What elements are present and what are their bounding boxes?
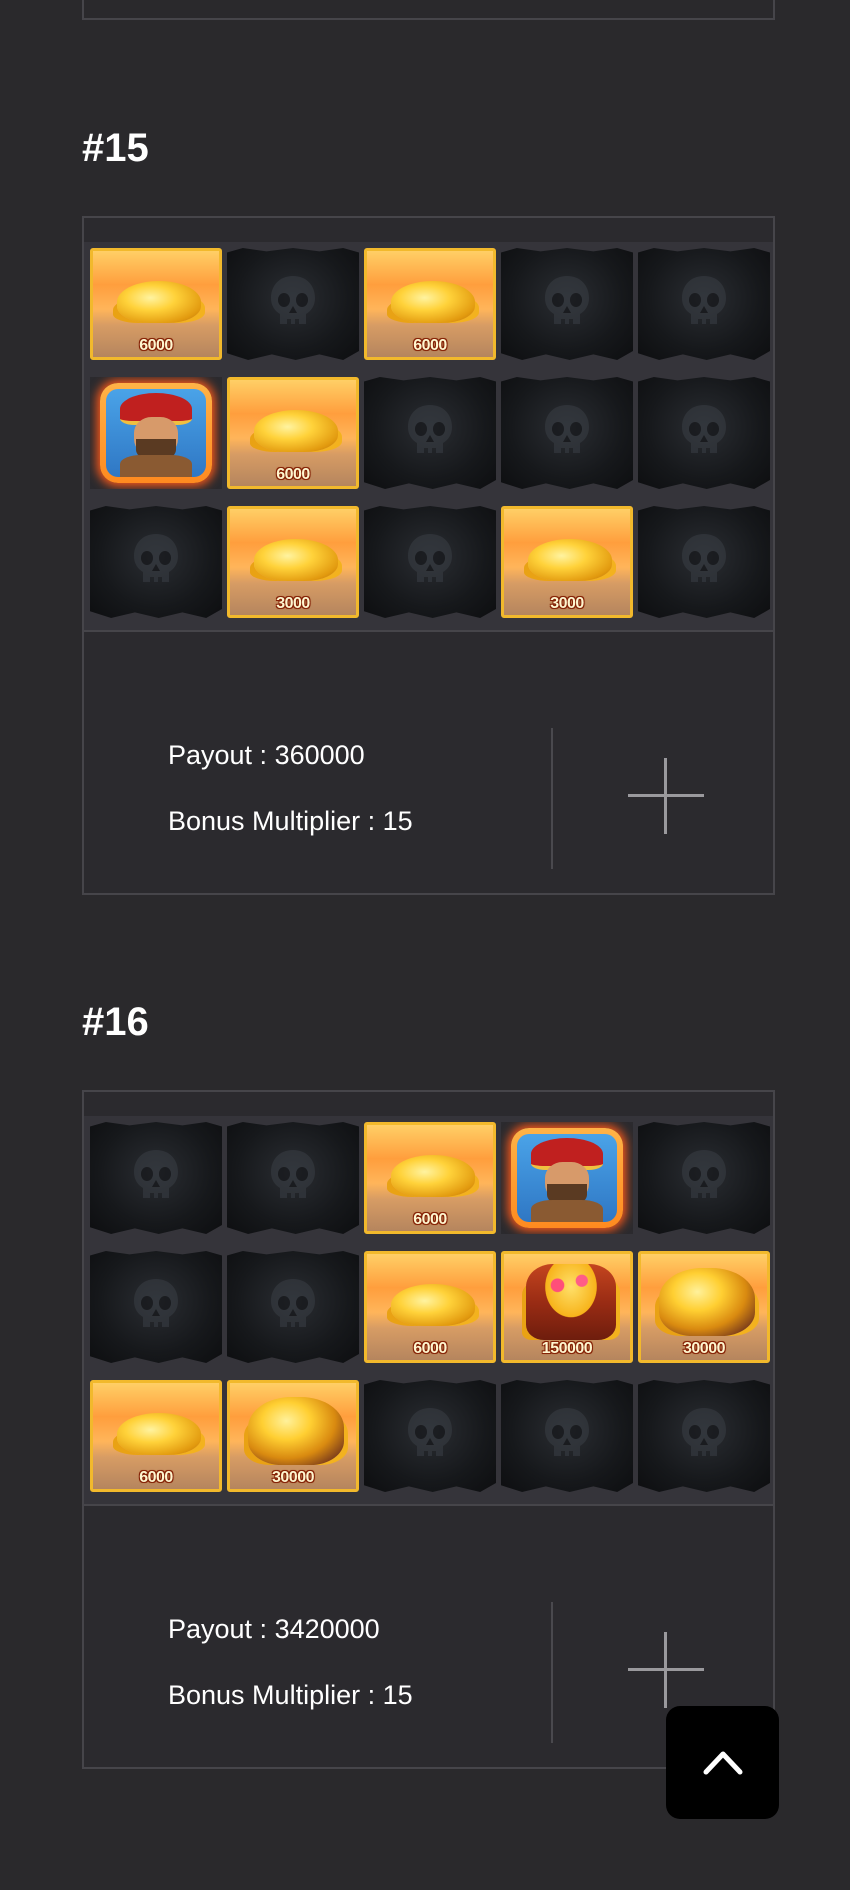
skull-flag-icon: [227, 1122, 359, 1234]
skull-flag-icon: [638, 248, 770, 360]
symbol-value: 6000: [367, 1211, 493, 1229]
symbol-value: 30000: [641, 1340, 767, 1358]
skull-flag-icon: [364, 377, 496, 489]
symbol-value: 6000: [367, 1340, 493, 1358]
skull-flag-icon: [638, 377, 770, 489]
gold-coins-icon: 6000: [364, 1122, 496, 1234]
skull-flag-icon: [364, 506, 496, 618]
symbol-value: 3000: [230, 595, 356, 613]
gold-coins-icon: 6000: [364, 1251, 496, 1363]
treasure-chest-icon: 30000: [638, 1251, 770, 1363]
reel-grid-area: 6000 6000 150000 30000 6000 30000: [84, 1116, 773, 1506]
symbol-value: 6000: [230, 466, 356, 484]
result-info: Payout : 3420000 Bonus Multiplier : 15: [168, 1616, 413, 1748]
symbol-value: 6000: [93, 1469, 219, 1487]
result-info: Payout : 360000 Bonus Multiplier : 15: [168, 742, 413, 874]
payout-text: Payout : 360000: [168, 740, 365, 770]
skull-flag-icon: [364, 1380, 496, 1492]
pirate-captain-icon: [90, 377, 222, 489]
gold-coins-icon: 6000: [227, 377, 359, 489]
gold-coins-icon: 6000: [90, 1380, 222, 1492]
gold-coins-icon: 3000: [501, 506, 633, 618]
footer-divider: [551, 728, 553, 869]
chevron-up-icon: [703, 1751, 743, 1775]
symbol-value: 6000: [367, 337, 493, 355]
symbol-value: 6000: [93, 337, 219, 355]
plus-icon[interactable]: [628, 758, 704, 834]
reel-grid: 6000 6000 150000 30000 6000 30000: [90, 1122, 770, 1492]
bonus-multiplier-text: Bonus Multiplier : 15: [168, 1680, 413, 1710]
skull-flag-icon: [227, 248, 359, 360]
treasure-barrel-icon: 150000: [501, 1251, 633, 1363]
skull-flag-icon: [501, 1380, 633, 1492]
bonus-multiplier-text: Bonus Multiplier : 15: [168, 806, 413, 836]
skull-flag-icon: [638, 1122, 770, 1234]
scroll-to-top-button[interactable]: [666, 1706, 779, 1819]
symbol-value: 150000: [504, 1340, 630, 1358]
results-page: #15 6000 6000 6000 3000 3000 Payout : 360000…: [0, 0, 850, 1890]
payout-text: Payout : 3420000: [168, 1614, 380, 1644]
skull-flag-icon: [501, 377, 633, 489]
pirate-captain-icon: [501, 1122, 633, 1234]
skull-flag-icon: [501, 248, 633, 360]
skull-flag-icon: [90, 506, 222, 618]
skull-flag-icon: [638, 506, 770, 618]
treasure-chest-icon: 30000: [227, 1380, 359, 1492]
skull-flag-icon: [227, 1251, 359, 1363]
plus-icon[interactable]: [628, 1632, 704, 1708]
reel-grid: 6000 6000 6000 3000 3000: [90, 248, 770, 618]
symbol-value: 30000: [230, 1469, 356, 1487]
previous-result-card: [82, 0, 775, 20]
reel-grid-area: 6000 6000 6000 3000 3000: [84, 242, 773, 632]
gold-coins-icon: 3000: [227, 506, 359, 618]
footer-divider: [551, 1602, 553, 1743]
skull-flag-icon: [638, 1380, 770, 1492]
result-card: 6000 6000 6000 3000 3000 Payout : 360000 Bon…: [82, 216, 775, 895]
skull-flag-icon: [90, 1251, 222, 1363]
result-card: 6000 6000 150000 30000 6000 30000 Payout : 34…: [82, 1090, 775, 1769]
gold-coins-icon: 6000: [90, 248, 222, 360]
result-title: #15: [82, 126, 149, 170]
result-title: #16: [82, 1000, 149, 1044]
skull-flag-icon: [90, 1122, 222, 1234]
gold-coins-icon: 6000: [364, 248, 496, 360]
symbol-value: 3000: [504, 595, 630, 613]
result-footer: Payout : 360000 Bonus Multiplier : 15: [84, 632, 773, 893]
